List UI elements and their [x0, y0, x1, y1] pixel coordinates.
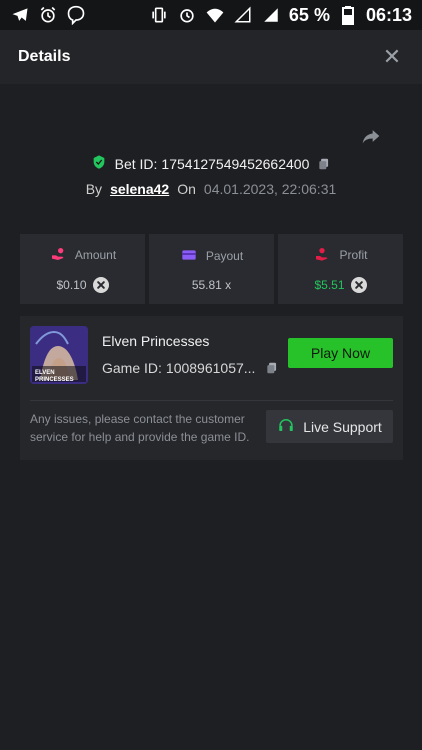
details-header: Details ✕: [0, 30, 422, 84]
close-icon: ✕: [382, 44, 402, 69]
profit-value: $5.51: [314, 277, 345, 292]
payout-label: Payout: [205, 249, 244, 263]
stat-label: Payout: [180, 247, 243, 266]
share-button[interactable]: [360, 126, 382, 146]
thumb-title-line1: ELVEN: [35, 370, 55, 376]
battery-level: 65 %: [288, 4, 330, 25]
game-title: Elven Princesses: [102, 333, 210, 349]
amount-value: $0.10: [56, 277, 87, 292]
shield-check-icon: [91, 154, 107, 173]
clock: 06:13: [365, 4, 412, 25]
game-id-label: Game ID:: [102, 360, 162, 376]
support-message: Any issues, please contact the customer …: [30, 412, 250, 444]
share-icon: [362, 130, 380, 144]
payout-card-icon: [180, 247, 198, 266]
profit-label: Profit: [339, 248, 368, 262]
stat-profit: Profit $5.51: [278, 234, 403, 304]
stat-amount: Amount $0.10: [20, 234, 145, 304]
copy-game-id-button[interactable]: [265, 360, 279, 376]
copy-icon: [319, 158, 329, 169]
game-card: ELVEN PRINCESSES Elven Princesses Game I…: [20, 316, 403, 460]
bet-id-line: Bet ID: 1754127549452662400: [0, 154, 422, 173]
profit-hand-icon: [313, 246, 331, 265]
stat-value: 55.81 x: [192, 278, 231, 292]
payout-value: 55.81 x: [191, 277, 232, 292]
telegram-icon: [10, 5, 30, 25]
username-link[interactable]: selena42: [110, 181, 169, 197]
details-content: Bet ID: 1754127549452662400 By selena42 …: [0, 84, 422, 750]
bet-datetime: 04.01.2023, 22:06:31: [203, 181, 337, 197]
card-divider: [30, 400, 393, 401]
wifi-icon: [205, 5, 225, 25]
signal-empty-icon: [233, 5, 253, 25]
close-button[interactable]: ✕: [380, 44, 404, 69]
amount-label: Amount: [74, 248, 117, 262]
thumb-title-line2: PRINCESSES: [35, 377, 74, 383]
page-title: Details: [18, 48, 71, 65]
game-id-line: Game ID: 1008961057...: [102, 360, 279, 376]
live-support-button[interactable]: Live Support: [266, 410, 393, 443]
headset-icon: [277, 416, 295, 437]
stat-value: $0.10: [56, 276, 109, 293]
alarm-icon: [177, 5, 197, 25]
signal-icon: [261, 5, 281, 25]
stats-row: Amount $0.10 Payout 55.81 x Profit $5.51: [20, 234, 403, 304]
currency-icon: [92, 276, 109, 293]
copy-icon: [267, 362, 277, 374]
stat-value: $5.51: [314, 276, 367, 293]
bet-id-label: Bet ID:: [114, 155, 158, 172]
currency-icon: [350, 276, 367, 293]
play-now-button[interactable]: Play Now: [288, 338, 393, 368]
status-right-icons: 65 % 06:13: [149, 5, 412, 26]
copy-bet-id-button[interactable]: [317, 156, 331, 172]
bet-author-line: By selena42 On 04.01.2023, 22:06:31: [0, 181, 422, 197]
alarm-icon: [38, 5, 58, 25]
game-id-value: 1008961057...: [165, 360, 256, 376]
viber-icon: [66, 5, 86, 25]
live-support-label: Live Support: [303, 418, 382, 435]
stat-payout: Payout 55.81 x: [149, 234, 274, 304]
bet-id-value: 1754127549452662400: [161, 155, 310, 172]
amount-hand-icon: [49, 246, 67, 265]
stat-label: Profit: [313, 246, 368, 265]
vibrate-icon: [149, 5, 169, 25]
status-left-icons: [10, 5, 86, 25]
status-bar: 65 % 06:13: [0, 0, 422, 30]
on-label: On: [177, 181, 196, 197]
by-label: By: [85, 181, 103, 197]
game-thumbnail[interactable]: ELVEN PRINCESSES: [30, 326, 88, 384]
stat-label: Amount: [49, 246, 116, 265]
battery-icon: [338, 5, 358, 25]
